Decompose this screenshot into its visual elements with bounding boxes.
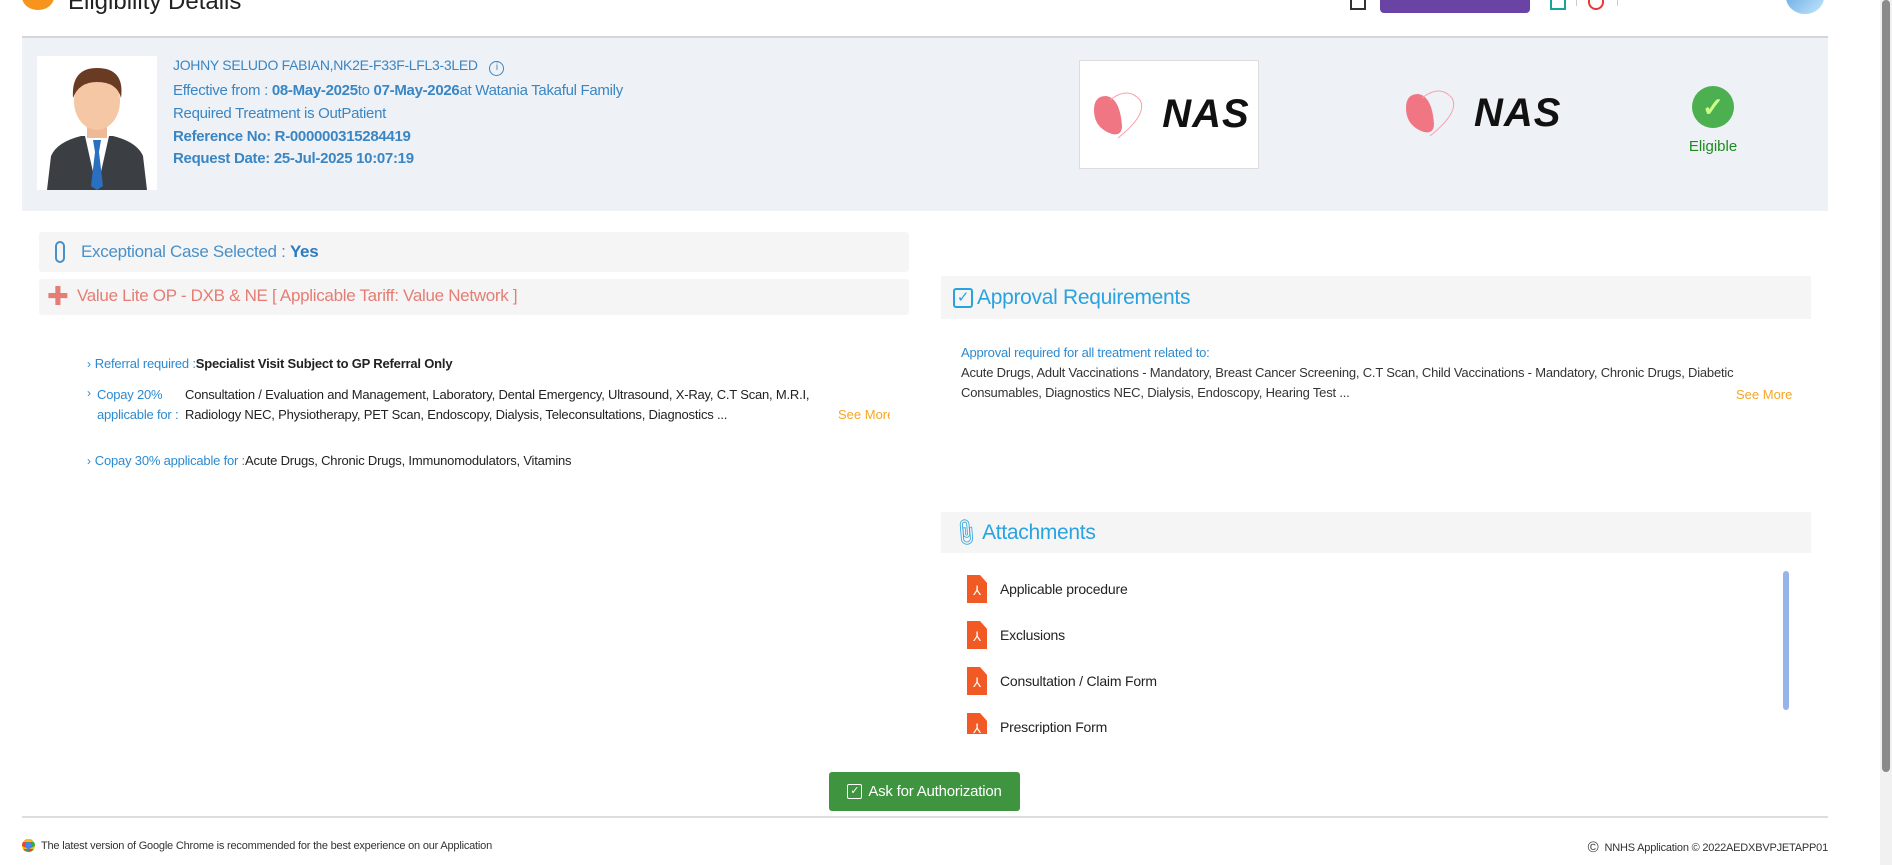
header-action-button[interactable] — [1380, 0, 1530, 13]
copyright-icon: © — [1587, 839, 1599, 856]
paperclip-icon: 📎︎ — [948, 516, 982, 550]
benefit-item: › Copay 30% applicable for :Acute Drugs, … — [87, 453, 572, 468]
teal-icon[interactable] — [1550, 0, 1566, 10]
attachments-scrollbar[interactable] — [1783, 571, 1789, 710]
back-button[interactable] — [22, 0, 54, 10]
approval-see-more-link[interactable]: See More — [1736, 387, 1792, 402]
pdf-icon: ⅄ — [967, 667, 987, 695]
heart-logo-icon — [1406, 90, 1455, 137]
approval-list-line: Consumables, Diagnostics NEC, Dialysis, … — [961, 385, 1350, 400]
page-title: Eligibility Details — [68, 0, 242, 15]
pdf-icon: ⅄ — [967, 713, 987, 734]
page-scrollbar-thumb[interactable] — [1882, 0, 1890, 772]
tpa-logo: NAS — [1400, 88, 1561, 138]
attachment-item[interactable]: ⅄ Consultation / Claim Form — [967, 667, 1157, 695]
divider — [1617, 0, 1618, 6]
chrome-icon — [22, 839, 35, 852]
approval-list-line: Acute Drugs, Adult Vaccinations - Mandat… — [961, 365, 1734, 380]
divider — [1576, 0, 1577, 6]
reference-no: Reference No: R-000000315284419 — [173, 128, 411, 145]
copay-see-more-link[interactable]: See More — [838, 407, 890, 422]
pdf-icon: ⅄ — [967, 621, 987, 649]
attachment-item[interactable]: ⅄ Applicable procedure — [967, 575, 1128, 603]
info-icon[interactable]: i — [489, 61, 505, 76]
heart-logo-icon — [1094, 92, 1143, 138]
chevron-right-icon: › — [87, 454, 91, 468]
browser-note: The latest version of Google Chrome is r… — [22, 839, 492, 852]
payer-logo: NAS — [1079, 60, 1259, 169]
power-icon[interactable] — [1588, 0, 1604, 10]
checkbox-icon: ✓ — [953, 287, 973, 308]
eligible-check-icon: ✓ — [1692, 86, 1734, 128]
attachment-item[interactable]: ⅄ Prescription Form — [967, 713, 1107, 734]
checkbox-icon: ✓ — [847, 784, 863, 799]
approval-intro: Approval required for all treatment rela… — [961, 345, 1210, 360]
treatment-type: Required Treatment is OutPatient — [173, 105, 387, 122]
benefit-item: › Copay 20% applicable for : Consultatio… — [87, 386, 810, 422]
effective-period: Effective from : 08-May-2025to 07-May-20… — [173, 82, 623, 99]
copyright: © NNHS Application © 2022AEDXBVPJETAPP01 — [1587, 839, 1829, 856]
request-date: Request Date: 25-Jul-2025 10:07:19 — [173, 150, 414, 167]
pdf-icon: ⅄ — [967, 575, 987, 603]
footer-divider — [22, 816, 1828, 818]
user-avatar[interactable] — [1786, 0, 1824, 14]
attachments-header: 📎︎ Attachments — [941, 512, 1811, 553]
grid-icon[interactable] — [1350, 0, 1366, 10]
benefit-item: › Referral required :Specialist Visit Sub… — [87, 356, 453, 371]
top-bar: Eligibility Details — [0, 0, 1880, 36]
attachment-item[interactable]: ⅄ Exclusions — [967, 621, 1065, 649]
ask-for-authorization-button[interactable]: ✓ Ask for Authorization — [829, 772, 1020, 811]
plan-title: ✚ Value Lite OP - DXB & NE [ Applicable … — [39, 279, 909, 315]
eligibility-status: Eligible — [1688, 138, 1738, 155]
approval-requirements-header: ✓ Approval Requirements — [941, 276, 1811, 319]
chevron-right-icon: › — [87, 386, 91, 400]
member-photo — [37, 56, 157, 190]
chevron-right-icon: › — [87, 357, 91, 371]
attachments-list: ⅄ Applicable procedure ⅄ Exclusions ⅄ Consu… — [941, 560, 1811, 734]
exceptional-case: Exceptional Case Selected : Yes — [39, 232, 909, 272]
member-name-id: JOHNY SELUDO FABIAN,NK2E-F33F-LFL3-3LED — [173, 57, 478, 73]
thermometer-icon — [55, 241, 65, 263]
medical-cross-icon: ✚ — [47, 281, 69, 311]
